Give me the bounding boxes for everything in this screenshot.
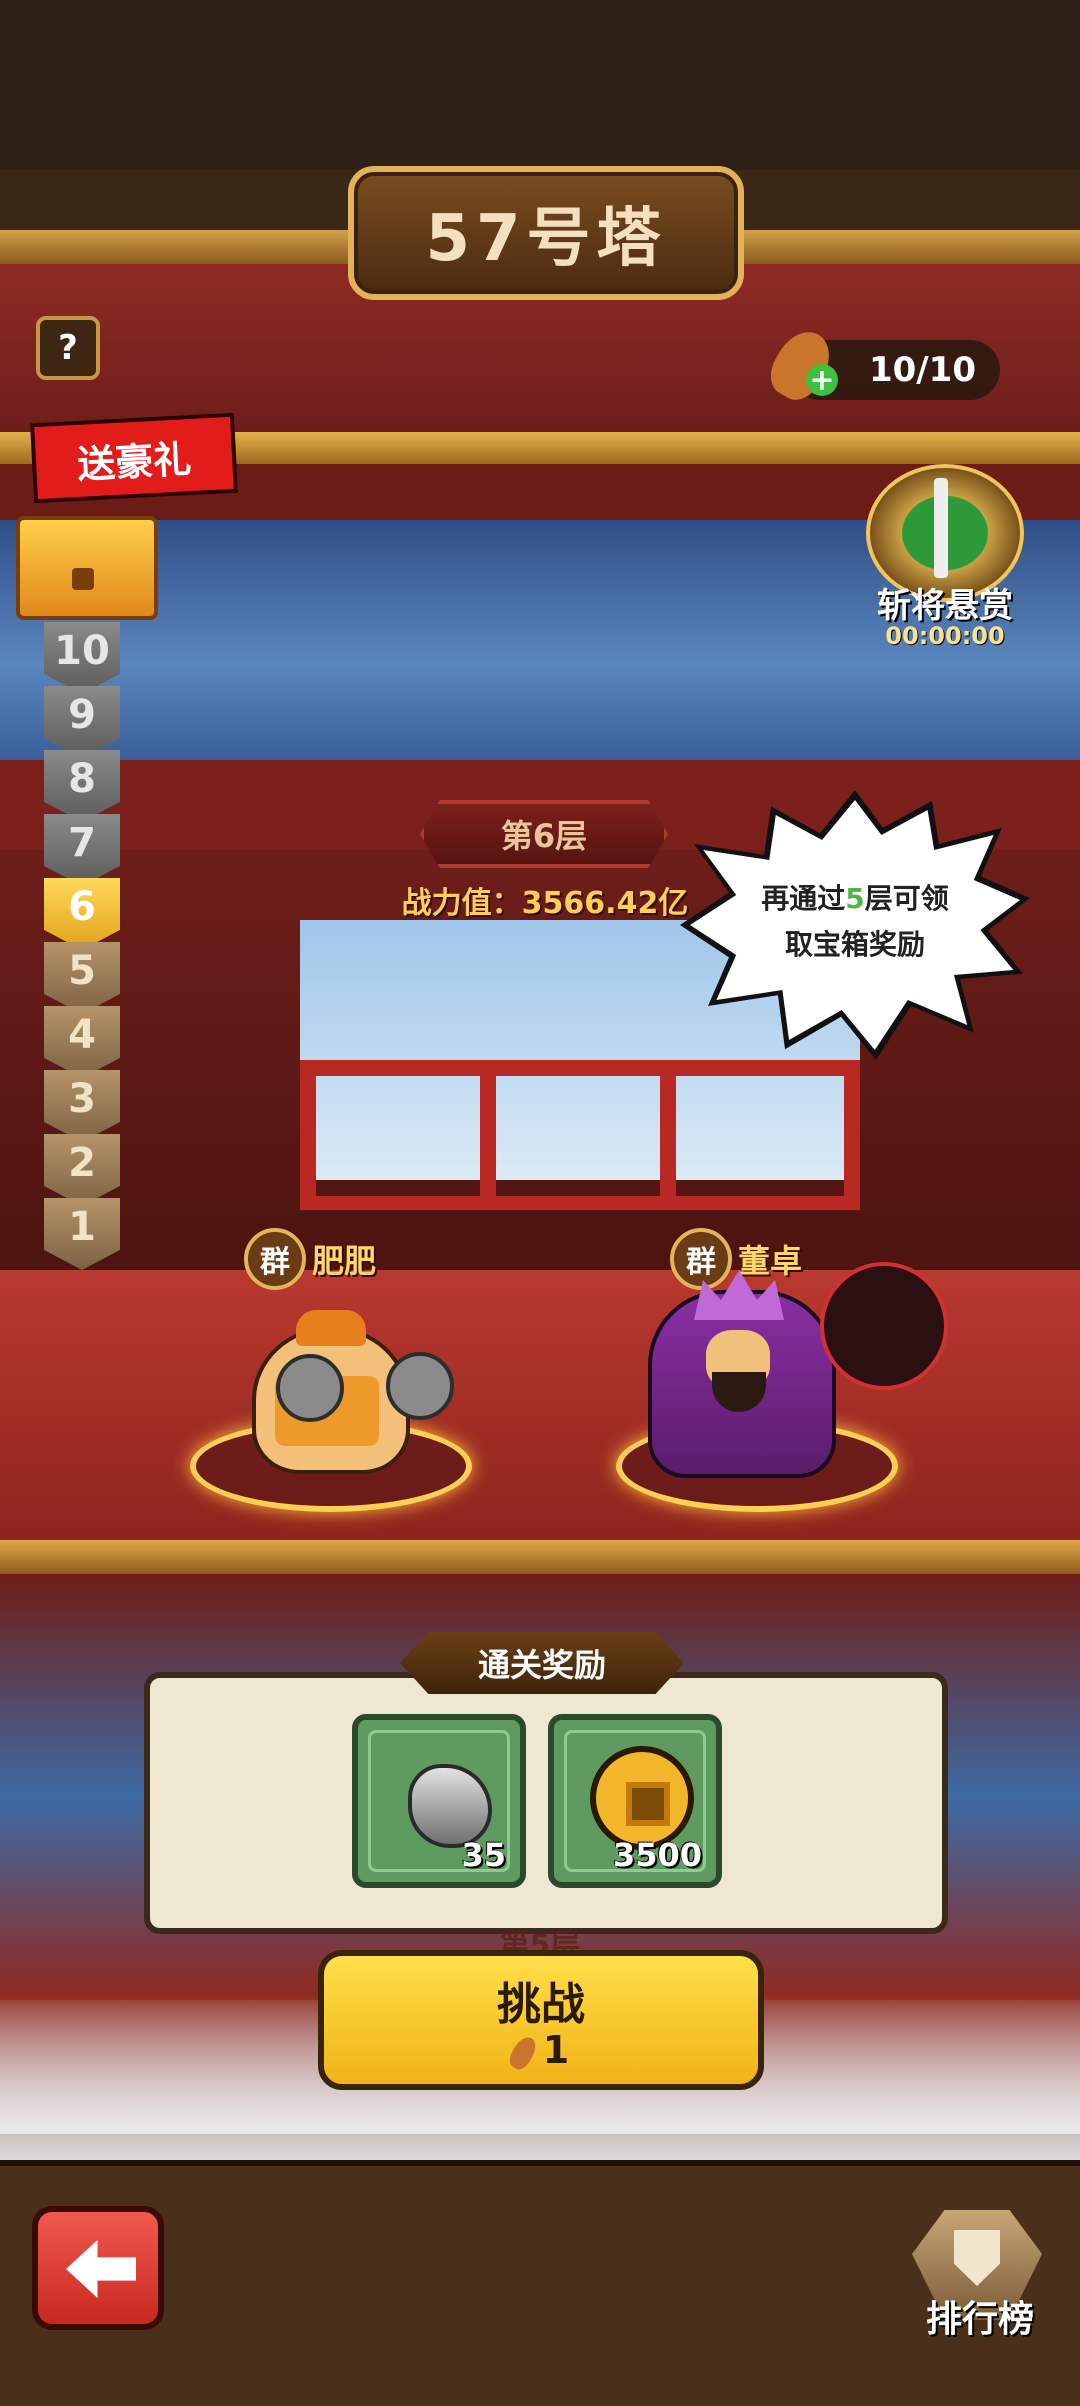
enemy-name: 董卓 (738, 1242, 803, 1280)
challenge-label: 挑战 (497, 1979, 585, 2030)
add-stamina-button[interactable]: + (806, 363, 838, 398)
challenge-button[interactable]: 挑战 1 (318, 1950, 764, 2090)
challenge-cost: 1 (324, 2028, 758, 2073)
bounty-label[interactable]: 斩将悬赏 (850, 578, 1040, 627)
rail-post (844, 1060, 860, 1200)
enemy-faction-badge: 群 (670, 1228, 732, 1290)
sword-icon (934, 478, 948, 578)
tower-title: 57号塔 (348, 166, 744, 300)
back-arrow-icon (66, 2240, 136, 2298)
coin-icon (590, 1746, 694, 1850)
floor-edge (0, 1540, 1080, 1574)
tip-prefix: 再通过 (761, 882, 846, 915)
rail-post (480, 1060, 496, 1200)
reward-item-stone[interactable]: 35 (352, 1714, 526, 1888)
tip-suffix: 层可领 (864, 882, 949, 915)
chest-tip-text: 再通过5层可领 取宝箱奖励 (720, 876, 990, 968)
cost-value: 1 (542, 2028, 570, 2072)
bounty-timer: 00:00:00 (885, 622, 1005, 650)
player-cap (296, 1310, 366, 1346)
current-floor-label: 第6层 (420, 800, 668, 868)
player-faction-badge: 群 (244, 1228, 306, 1290)
mace-icon (276, 1354, 344, 1422)
tip-line-1: 再通过5层可领 (720, 876, 990, 922)
back-button[interactable] (32, 2206, 164, 2330)
drumstick-icon (505, 2032, 540, 2073)
gift-banner[interactable]: 送豪礼 (30, 412, 238, 504)
reward-title: 通关奖励 (400, 1632, 684, 1694)
reward-item-coin[interactable]: 3500 (548, 1714, 722, 1888)
player-name: 肥肥 (312, 1242, 377, 1280)
power-value: 战力值：3566.42亿 (401, 886, 689, 921)
tip-line-2: 取宝箱奖励 (784, 928, 925, 961)
rail-post (300, 1060, 316, 1200)
reward-count: 35 (461, 1836, 506, 1874)
mace-icon (386, 1352, 454, 1420)
spiked-club-icon (820, 1262, 948, 1390)
reward-panel: 35 3500 (144, 1672, 948, 1934)
tip-remaining-floors: 5 (845, 882, 865, 915)
balcony-rail (300, 1060, 860, 1210)
reward-count: 3500 (612, 1836, 702, 1874)
help-button[interactable]: ? (36, 316, 100, 380)
rail-post (660, 1060, 676, 1200)
coin-hole (626, 1782, 670, 1826)
chest-lock-icon (72, 568, 94, 590)
leaderboard-label[interactable]: 排行榜 (900, 2290, 1060, 2342)
top-backdrop (0, 0, 1080, 170)
